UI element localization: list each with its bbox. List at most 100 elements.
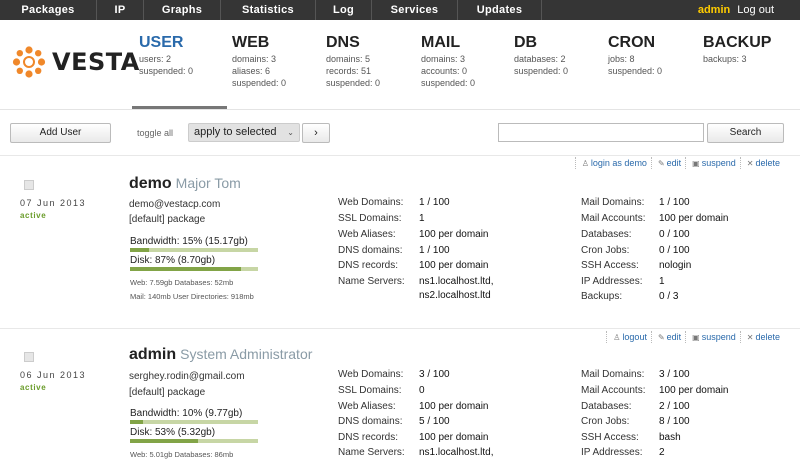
suspend-link[interactable]: ▣ suspend: [685, 331, 740, 343]
row-checkbox[interactable]: [24, 352, 34, 362]
field-value: 0: [419, 385, 425, 396]
stat-line: domains: 5: [326, 54, 371, 64]
user-row: ♙ logout ✎ edit ▣ suspend ✕ delete 06 Jun 20…: [0, 331, 800, 460]
stat-user: USER users: 2 suspended: 0: [139, 33, 193, 77]
field-value: ns1.localhost.ltd,: [419, 276, 494, 287]
disk-fill: [130, 267, 242, 271]
user-icon: ♙: [581, 159, 589, 168]
search-button[interactable]: Search: [707, 123, 784, 143]
stat-web-title[interactable]: WEB: [232, 33, 286, 53]
stat-web: WEB domains: 3 aliases: 6 suspended: 0: [232, 33, 286, 89]
logout-link[interactable]: Log out: [737, 4, 774, 16]
add-user-button[interactable]: Add User: [10, 123, 111, 143]
stat-line: records: 51: [326, 66, 372, 76]
field-value: 100 per domain: [659, 385, 729, 396]
row-actions: ♙ login as demo ✎ edit ▣ suspend ✕ delete: [574, 157, 784, 169]
bandwidth-fill: [130, 248, 150, 252]
toggle-all-link[interactable]: toggle all: [137, 128, 173, 138]
field-label: SSL Domains:: [338, 385, 402, 396]
suspend-link[interactable]: ▣ suspend: [685, 157, 740, 169]
logo[interactable]: VESTA: [12, 45, 140, 79]
row-actions: ♙ logout ✎ edit ▣ suspend ✕ delete: [606, 331, 784, 343]
apply-button[interactable]: ›: [302, 123, 330, 143]
stat-line: suspended: 0: [139, 66, 194, 76]
lock-icon: ▣: [692, 159, 700, 168]
field-value: 3 / 100: [659, 369, 690, 380]
top-nav: Packages IP Graphs Statistics Log Servic…: [0, 0, 800, 20]
stat-cron: CRON jobs: 8 suspended: 0: [608, 33, 662, 77]
bulk-action-select[interactable]: apply to selected ⌄: [188, 123, 300, 142]
email: demo@vestacp.com: [129, 199, 221, 210]
login-as-link[interactable]: ♙ login as demo: [574, 157, 651, 169]
stat-backup-title[interactable]: BACKUP: [703, 33, 771, 53]
stat-line: suspended: 0: [232, 78, 287, 88]
tab-updates[interactable]: Updates: [458, 0, 542, 20]
stat-db-title[interactable]: DB: [514, 33, 568, 53]
field-label: Web Aliases:: [338, 401, 396, 412]
created-date: 07 Jun 2013: [20, 198, 87, 208]
stat-line: users: 2: [139, 54, 172, 64]
tab-graphs[interactable]: Graphs: [144, 0, 221, 20]
bandwidth-fill: [130, 420, 143, 424]
field-value: bash: [659, 432, 681, 443]
status-badge: active: [20, 383, 47, 392]
field-label: Cron Jobs:: [581, 416, 630, 427]
disk-bar: [130, 439, 258, 443]
field-label: IP Addresses:: [581, 276, 643, 287]
package-name: [default] package: [129, 214, 206, 225]
field-value: nologin: [659, 260, 692, 271]
stat-mail-title[interactable]: MAIL: [421, 33, 475, 53]
full-name: Major Tom: [175, 175, 241, 191]
stat-line: databases: 2: [514, 54, 566, 64]
row-checkbox[interactable]: [24, 180, 34, 190]
stat-dns: DNS domains: 5 records: 51 suspended: 0: [326, 33, 380, 89]
tab-packages[interactable]: Packages: [0, 0, 97, 20]
username[interactable]: admin System Administrator: [129, 346, 312, 364]
field-label: Name Servers:: [338, 447, 405, 458]
stat-line: suspended: 0: [514, 66, 569, 76]
stat-dns-title[interactable]: DNS: [326, 33, 380, 53]
package-name: [default] package: [129, 387, 206, 398]
tab-services[interactable]: Services: [372, 0, 458, 20]
stat-line: accounts: 0: [421, 66, 468, 76]
edit-link[interactable]: ✎ edit: [650, 331, 685, 343]
disk-label: Disk: 53% (5.32gb): [130, 427, 216, 438]
full-name: System Administrator: [180, 346, 313, 362]
field-label: Web Domains:: [338, 197, 404, 208]
field-label: Web Aliases:: [338, 229, 396, 240]
current-user[interactable]: admin: [698, 4, 730, 16]
field-label: DNS domains:: [338, 245, 403, 256]
field-label: Web Domains:: [338, 369, 404, 380]
user-area: admin Log out: [698, 0, 800, 20]
stat-line: domains: 3: [232, 54, 277, 64]
delete-link[interactable]: ✕ delete: [739, 331, 784, 343]
tab-statistics[interactable]: Statistics: [221, 0, 316, 20]
stat-line: backups: 3: [703, 54, 747, 64]
email: serghey.rodin@gmail.com: [129, 371, 245, 382]
field-value: 100 per domain: [419, 229, 489, 240]
usage-detail: Web: 7.59gb Databases: 52mb: [130, 278, 234, 287]
pencil-icon: ✎: [657, 159, 665, 168]
tab-ip[interactable]: IP: [97, 0, 144, 20]
delete-link[interactable]: ✕ delete: [739, 157, 784, 169]
field-label: Name Servers:: [338, 276, 405, 287]
disk-bar: [130, 267, 258, 271]
logout-link[interactable]: ♙ logout: [606, 331, 651, 343]
field-value: 100 per domain: [419, 260, 489, 271]
search-input[interactable]: [498, 123, 704, 142]
field-value: 1 / 100: [419, 197, 450, 208]
bandwidth-bar: [130, 248, 258, 252]
tab-log[interactable]: Log: [316, 0, 372, 20]
stat-user-title[interactable]: USER: [139, 33, 193, 53]
disk-fill: [130, 439, 198, 443]
disk-label: Disk: 87% (8.70gb): [130, 255, 216, 266]
created-date: 06 Jun 2013: [20, 370, 87, 380]
chevron-down-icon: ⌄: [287, 128, 294, 137]
field-value: ns1.localhost.ltd,: [419, 447, 494, 458]
bandwidth-bar: [130, 420, 258, 424]
username[interactable]: demo Major Tom: [129, 175, 241, 193]
stat-cron-title[interactable]: CRON: [608, 33, 662, 53]
bandwidth-label: Bandwidth: 15% (15.17gb): [130, 236, 248, 247]
field-label: Databases:: [581, 401, 632, 412]
edit-link[interactable]: ✎ edit: [650, 157, 685, 169]
